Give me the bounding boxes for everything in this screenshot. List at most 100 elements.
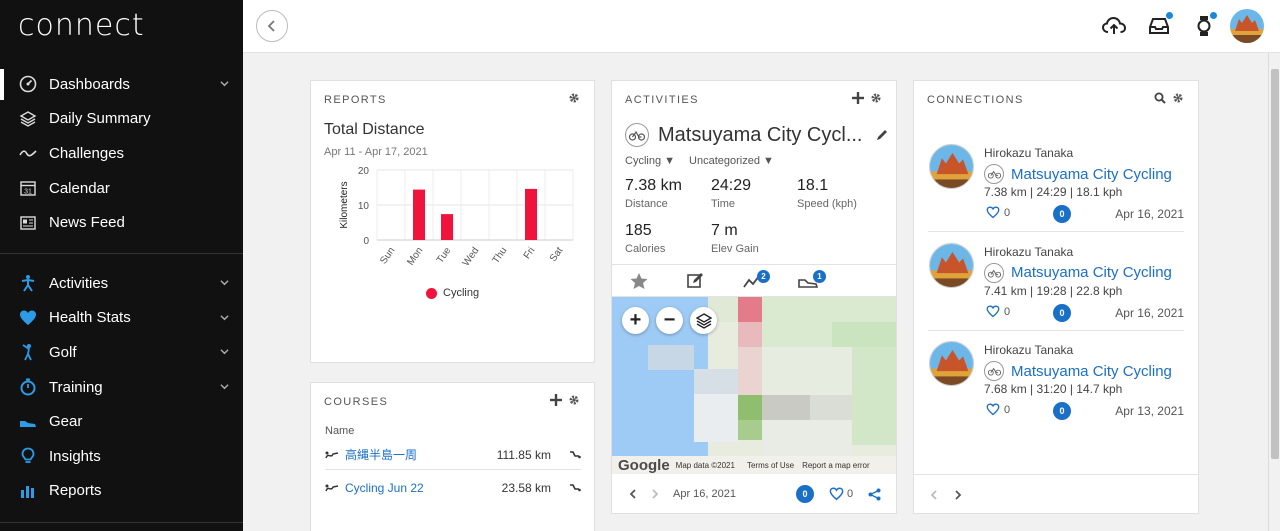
zoom-out-button[interactable]: − [656,307,683,334]
sidebar-item-challenges[interactable]: Challenges [0,136,243,171]
sidebar-item-news-feed[interactable]: News Feed [0,205,243,240]
connection-activity-name[interactable]: Matsuyama City Cycling [1011,363,1172,380]
sidebar-item-label: Calendar [49,179,110,197]
sidebar-item-training[interactable]: Training [0,370,243,405]
share-icon[interactable] [868,488,881,501]
x-tick-label: Mon [405,245,425,267]
comments-count[interactable]: 0 [1053,402,1071,420]
gear-icon[interactable] [568,394,580,406]
connection-activity-title[interactable]: Matsuyama City Cycling [984,262,1172,283]
activity-name[interactable]: Matsuyama City Cycl... [658,124,862,147]
map-tile [648,345,694,370]
activity-category-dropdown[interactable]: Uncategorized ▼ [689,155,774,167]
stat-label: Calories [625,243,666,255]
courses-card: COURSES Name 高縄半島一周 111.85 km Cycling Ju… [310,382,595,531]
connection-user-name[interactable]: Hirokazu Tanaka [984,245,1073,259]
chevron-right-icon[interactable] [954,490,962,500]
scrollbar-thumb[interactable] [1271,69,1279,459]
heart-outline-icon[interactable] [986,206,1000,219]
comments-count[interactable]: 0 [1053,205,1071,223]
device-button[interactable] [1190,12,1218,40]
gear-icon[interactable] [870,92,882,104]
wave-icon [18,143,38,163]
star-icon[interactable] [629,272,649,290]
card-title: ACTIVITIES [625,94,699,106]
likes-count: 0 [1004,207,1011,219]
upload-button[interactable] [1100,12,1128,40]
zoom-in-button[interactable]: + [622,307,649,334]
collapse-sidebar-button[interactable] [256,10,288,42]
stat-label: Time [711,198,736,210]
sidebar-item-activities[interactable]: Activities [0,266,243,301]
comments-count[interactable]: 0 [796,485,814,503]
pencil-icon[interactable] [876,129,888,141]
page-scrollbar[interactable] [1268,53,1280,531]
avatar[interactable] [929,242,974,288]
connection-activity-name[interactable]: Matsuyama City Cycling [1011,264,1172,281]
course-name[interactable]: Cycling Jun 22 [345,481,502,495]
chevron-down-icon[interactable] [220,382,229,391]
connection-activity-name[interactable]: Matsuyama City Cycling [1011,166,1172,183]
table-row[interactable]: Cycling Jun 22 23.58 km [325,473,581,503]
map-layers-button[interactable] [690,307,717,334]
route-icon[interactable] [569,483,581,493]
stat-value: 7.38 km [625,177,682,194]
connection-activity-title[interactable]: Matsuyama City Cycling [984,164,1172,184]
chevron-left-icon[interactable] [930,490,938,500]
heart-outline-icon[interactable] [986,304,1000,318]
connection-activity-stats: 7.38 km | 24:29 | 18.1 kph [984,185,1123,199]
connection-user-name[interactable]: Hirokazu Tanaka [984,146,1073,160]
activity-type-dropdown[interactable]: Cycling ▼ [625,155,675,167]
sidebar-item-calendar[interactable]: 31 Calendar [0,171,243,206]
activities-card: ACTIVITIES Matsuyama City Cycl... Cyclin… [611,80,897,514]
table-row[interactable]: 高縄半島一周 111.85 km [325,440,581,470]
sidebar-item-dashboards[interactable]: Dashboards [0,67,243,102]
connection-activity-date: Apr 16, 2021 [1115,305,1184,320]
chevron-right-icon[interactable] [651,489,659,499]
chevron-down-icon[interactable] [220,313,229,322]
sidebar-item-gear[interactable]: Gear [0,404,243,439]
connection-user-name[interactable]: Hirokazu Tanaka [984,343,1073,357]
likes-count: 0 [847,488,854,500]
inbox-button[interactable] [1145,12,1173,40]
connection-activity-title[interactable]: Matsuyama City Cycling [984,361,1172,381]
chevron-down-icon[interactable] [220,347,229,356]
cloud-upload-icon [1102,16,1126,34]
connection-activity-footer: 0 0 Apr 13, 2021 [984,401,1184,420]
map-tile [852,347,896,445]
heart-outline-icon[interactable] [829,487,844,501]
course-icon [325,451,339,458]
cycling-icon [984,262,1004,283]
stat-distance: 7.38 km Distance [625,177,682,210]
avatar[interactable] [1230,9,1264,43]
sidebar-item-insights[interactable]: Insights [0,439,243,474]
route-icon[interactable] [569,450,581,460]
sidebar-item-golf[interactable]: Golf [0,335,243,370]
course-name[interactable]: 高縄半島一周 [345,446,497,463]
chevron-left-icon[interactable] [629,489,637,499]
map-tile [810,395,852,420]
app-logo[interactable]: connect [18,8,145,43]
comments-count[interactable]: 0 [1053,303,1071,322]
edit-note-icon[interactable] [685,272,705,290]
sidebar-divider [0,253,243,254]
heart-outline-icon[interactable] [986,403,1000,416]
search-icon[interactable] [1154,92,1166,104]
sidebar-item-health-stats[interactable]: Health Stats [0,301,243,336]
cycling-icon [625,123,649,147]
legend-swatch [426,287,437,299]
avatar[interactable] [929,341,974,386]
report-map-error-link[interactable]: Report a map error [802,461,870,470]
chevron-down-icon[interactable] [220,278,229,287]
sidebar-item-reports[interactable]: Reports [0,474,243,509]
gear-icon[interactable] [1172,92,1184,104]
terms-link[interactable]: Terms of Use [747,461,794,470]
chevron-down-icon[interactable] [220,79,229,88]
activity-map[interactable]: + − Google Map data ©2021 Terms of Use R… [612,297,896,474]
gear-icon[interactable] [568,92,580,104]
avatar[interactable] [929,144,974,189]
sidebar-item-daily-summary[interactable]: Daily Summary [0,102,243,137]
plus-icon[interactable] [852,92,864,104]
plus-icon[interactable] [550,394,562,406]
connection-activity-footer: 0 0 Apr 16, 2021 [984,204,1184,223]
